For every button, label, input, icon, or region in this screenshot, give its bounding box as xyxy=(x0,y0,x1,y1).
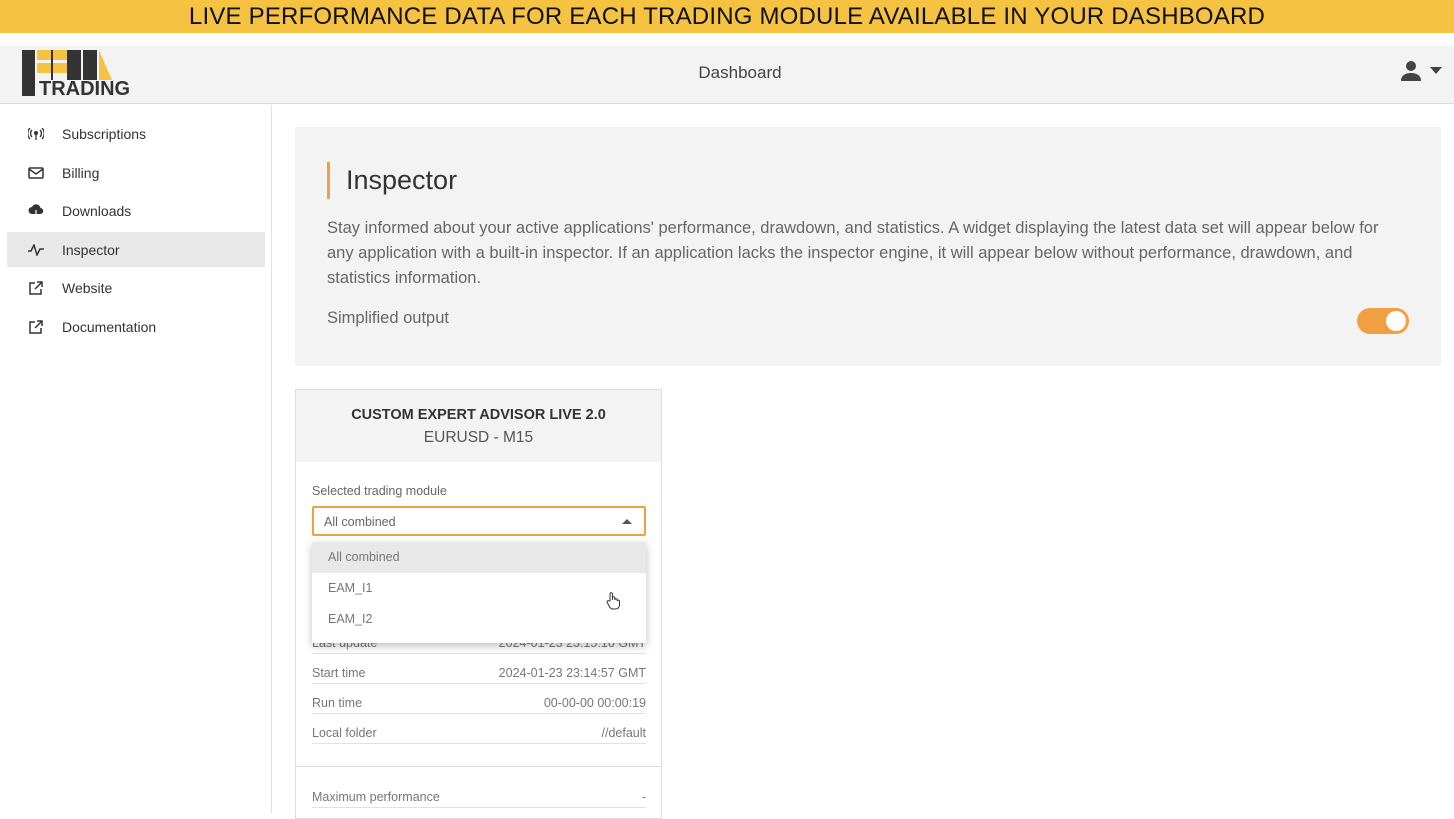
section-description: Stay informed about your active applicat… xyxy=(327,219,1379,287)
mail-icon xyxy=(26,166,46,179)
row-value: //default xyxy=(601,726,646,740)
caret-down-icon xyxy=(1430,67,1442,74)
external-link-icon xyxy=(26,280,46,295)
module-select[interactable]: All combined xyxy=(312,506,646,536)
widget-title: CUSTOM EXPERT ADVISOR LIVE 2.0 xyxy=(351,407,606,423)
row-label: Local folder xyxy=(312,726,377,740)
sidebar-item-downloads[interactable]: Downloads xyxy=(7,193,265,228)
sidebar-item-label: Inspector xyxy=(62,241,120,258)
sidebar-item-label: Website xyxy=(62,279,113,296)
simplified-output-label: Simplified output xyxy=(327,309,449,327)
pulse-icon xyxy=(26,243,46,256)
divider xyxy=(296,766,661,767)
info-row: Local folder //default xyxy=(312,720,646,744)
sidebar-item-subscriptions[interactable]: Subscriptions xyxy=(7,116,265,151)
user-menu[interactable] xyxy=(1400,60,1442,82)
dropdown-option[interactable]: EAM_I1 xyxy=(312,573,646,604)
row-value: - xyxy=(641,790,646,804)
widget-subtitle: EURUSD - M15 xyxy=(423,429,534,446)
hand-cursor-icon xyxy=(606,592,620,610)
dropdown-option[interactable]: EAM_I2 xyxy=(312,604,646,635)
promo-banner: LIVE PERFORMANCE DATA FOR EACH TRADING M… xyxy=(0,0,1454,33)
module-dropdown-menu: All combined EAM_I1 EAM_I2 xyxy=(312,542,646,643)
sidebar-item-website[interactable]: Website xyxy=(7,270,265,305)
external-link-icon xyxy=(26,319,46,334)
top-header: TRADING Dashboard xyxy=(0,46,1454,104)
broadcast-icon xyxy=(26,127,46,140)
user-icon xyxy=(1401,61,1421,81)
dropdown-option[interactable]: All combined xyxy=(312,542,646,573)
module-select-value: All combined xyxy=(324,515,396,529)
sidebar-item-label: Downloads xyxy=(62,202,132,219)
section-title: Inspector xyxy=(327,162,457,199)
row-label: Run time xyxy=(312,696,363,710)
info-row: Start time 2024-01-23 23:14:57 GMT xyxy=(312,660,646,684)
module-select-label: Selected trading module xyxy=(312,484,447,498)
info-row: Run time 00-00-00 00:00:19 xyxy=(312,690,646,714)
sidebar-item-inspector[interactable]: Inspector xyxy=(7,232,265,267)
simplified-output-toggle[interactable] xyxy=(1357,308,1409,334)
row-label: Maximum performance xyxy=(312,790,440,804)
row-value: 00-00-00 00:00:19 xyxy=(543,696,646,710)
inspector-panel: Inspector Stay informed about your activ… xyxy=(295,127,1441,366)
sidebar-item-documentation[interactable]: Documentation xyxy=(7,309,265,344)
row-value: 2024-01-23 23:14:57 GMT xyxy=(498,666,646,680)
page-title: Dashboard xyxy=(698,63,782,82)
sidebar-item-label: Subscriptions xyxy=(62,125,147,142)
row-label: Start time xyxy=(312,666,366,680)
stat-row: Maximum performance - xyxy=(312,784,646,808)
sidebar-item-label: Billing xyxy=(62,164,100,181)
sidebar-item-label: Documentation xyxy=(62,318,157,335)
cloud-download-icon xyxy=(26,203,46,218)
sidebar: Subscriptions Billing Downloads Inspecto… xyxy=(0,105,272,813)
caret-up-icon xyxy=(622,519,632,524)
sidebar-item-billing[interactable]: Billing xyxy=(7,155,265,190)
